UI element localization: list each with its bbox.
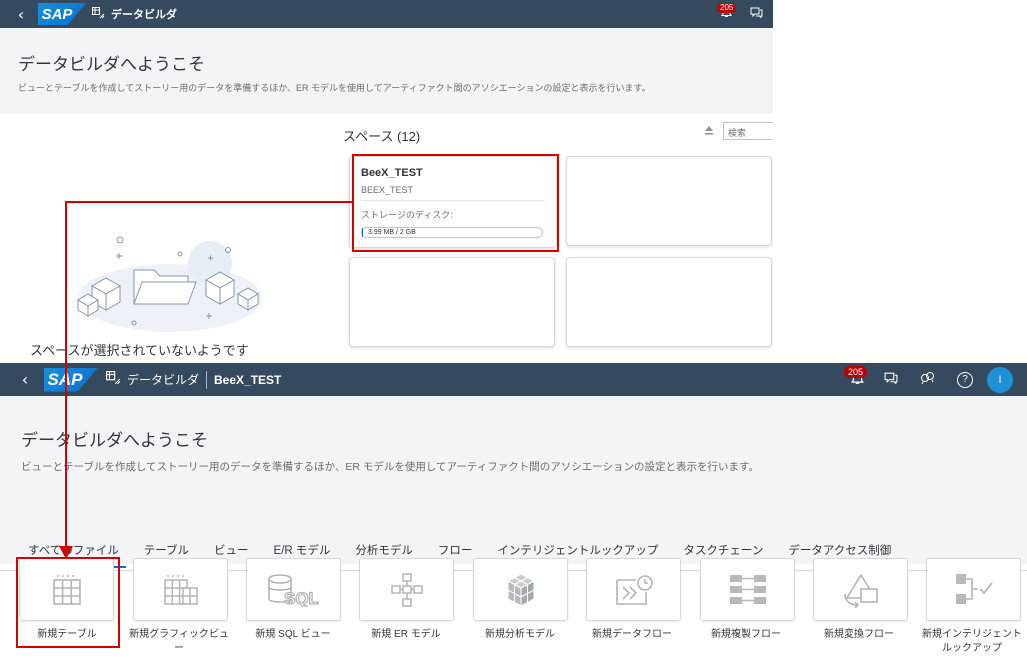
welcome-title: データビルダへようこそ — [18, 55, 205, 74]
top-screenshot: ‹ SAP データビルダ 205 データビルダへようこそ ビューとテーブルを作成… — [0, 0, 773, 363]
tile-label: 新規インテリジェントルックアップ — [922, 629, 1022, 654]
user-avatar[interactable]: I — [987, 366, 1013, 393]
notification-badge: 205 — [844, 365, 868, 378]
highlight-box — [352, 154, 559, 252]
welcome-title: データビルダへようこそ — [21, 431, 208, 450]
sap-logo[interactable]: SAP — [44, 367, 98, 392]
new-transformation-flow-tile[interactable] — [813, 558, 908, 621]
shell-actions: 205 ? I — [844, 363, 1013, 396]
tile-label: 新規データフロー — [592, 629, 672, 640]
welcome-description: ビューとテーブルを作成してストーリー用のデータを準備するほか、ER モデルを使用… — [18, 83, 651, 93]
new-graphical-view-tile[interactable] — [133, 558, 228, 621]
discussion-icon[interactable] — [920, 371, 935, 389]
data-flow-icon — [615, 574, 653, 605]
back-icon[interactable]: ‹ — [10, 5, 32, 24]
analytic-model-icon — [506, 572, 535, 607]
notification-button[interactable]: 205 — [844, 365, 868, 389]
space-card[interactable] — [349, 257, 555, 347]
new-replication-flow-tile[interactable] — [700, 558, 795, 621]
app-title: データビルダ — [111, 9, 177, 21]
welcome-description: ビューとテーブルを作成してストーリー用のデータを準備するほか、ER モデルを使用… — [21, 461, 760, 473]
sort-icon[interactable] — [704, 126, 714, 138]
shell-actions: 205 — [717, 0, 763, 28]
welcome-banner: データビルダへようこそ ビューとテーブルを作成してストーリー用のデータを準備する… — [0, 28, 773, 114]
feedback-icon[interactable] — [884, 372, 898, 388]
svg-text:SQL: SQL — [284, 589, 319, 607]
notification-button[interactable]: 205 — [717, 3, 737, 22]
space-search-input[interactable]: 検索 — [723, 122, 773, 140]
bottom-screenshot: ‹ SAP データビルダ BeeX_TEST 205 ? I データビルダへよう… — [0, 363, 1027, 660]
data-builder-icon — [92, 6, 105, 22]
space-card[interactable] — [566, 156, 772, 246]
notification-badge: 205 — [717, 3, 737, 13]
tile-label: 新規 ER モデル — [371, 629, 441, 640]
welcome-banner: データビルダへようこそ ビューとテーブルを作成してストーリー用のデータを準備する… — [0, 396, 1027, 571]
title-separator — [206, 370, 208, 389]
tile-label: 新規グラフィックビュー — [129, 629, 229, 654]
tile-label: 新規分析モデル — [485, 629, 555, 640]
data-builder-icon — [106, 370, 121, 389]
tile-label: 新規 SQL ビュー — [255, 629, 331, 640]
new-data-flow-tile[interactable] — [586, 558, 681, 621]
feedback-icon[interactable] — [750, 7, 763, 21]
highlight-box — [16, 557, 120, 648]
tile-label: 新規複製フロー — [711, 629, 781, 640]
sap-logo[interactable]: SAP — [38, 3, 86, 25]
new-intelligent-lookup-tile[interactable] — [926, 558, 1021, 621]
new-analytic-model-tile[interactable] — [473, 558, 568, 621]
sql-view-icon: SQL — [267, 573, 319, 607]
tile-label: 新規変換フロー — [824, 629, 894, 640]
new-sql-view-tile[interactable]: SQL — [246, 558, 341, 621]
empty-state-message: スペースが選択されていないようです — [30, 343, 249, 358]
help-icon[interactable]: ? — [957, 371, 973, 388]
transformation-flow-icon — [843, 572, 878, 608]
empty-state-illustration — [70, 228, 270, 338]
shell-bar: ‹ SAP データビルダ 205 — [0, 0, 773, 28]
back-icon[interactable]: ‹ — [14, 370, 36, 389]
er-model-icon — [390, 572, 423, 607]
new-er-model-tile[interactable] — [359, 558, 454, 621]
space-card[interactable] — [566, 257, 772, 347]
shell-bar: ‹ SAP データビルダ BeeX_TEST 205 ? I — [0, 363, 1027, 396]
current-space-name: BeeX_TEST — [214, 372, 282, 387]
replication-flow-icon — [729, 574, 766, 604]
intelligent-lookup-icon — [955, 573, 993, 604]
spaces-title: スペース (12) — [343, 129, 421, 144]
app-title: データビルダ — [127, 373, 200, 387]
graphical-view-icon — [163, 574, 198, 605]
